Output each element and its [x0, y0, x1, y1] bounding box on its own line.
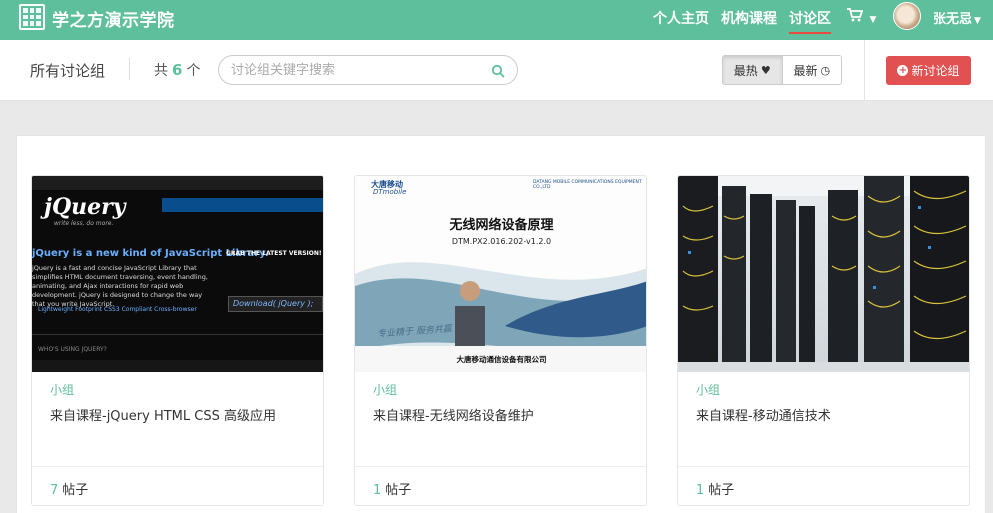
search-input[interactable]: [231, 61, 481, 79]
group-card-mobile[interactable]: 小组 来自课程-移动通信技术 1 帖子: [677, 175, 970, 506]
logo-icon[interactable]: [19, 4, 45, 30]
username-menu[interactable]: 张无忌 ▼: [933, 8, 981, 27]
page-title: 所有讨论组: [30, 62, 106, 80]
sort-hot-button[interactable]: 最热 ♥: [723, 56, 783, 84]
slide-code: DTM.PX2.016.202-v1.2.0: [451, 237, 552, 246]
post-count: 1: [696, 483, 705, 498]
slide-waves: [355, 262, 646, 372]
nav-personal-home[interactable]: 个人主页: [653, 8, 709, 28]
top-navbar: 学之方演示学院 个人主页 机构课程 讨论区 ▼ 张无忌 ▼: [0, 0, 993, 40]
search-icon[interactable]: [491, 64, 505, 78]
group-category: 小组: [50, 383, 75, 397]
jquery-body: jQuery is a fast and concise JavaScript …: [32, 264, 208, 308]
sort-new-label: 最新: [793, 63, 818, 78]
sort-hot-label: 最热: [733, 63, 758, 78]
site-footer-bar: [32, 360, 323, 372]
jquery-screenshot: jQuery write less, do more. jQuery is a …: [32, 176, 323, 372]
count-number: 6: [172, 61, 183, 79]
divider: [355, 466, 646, 467]
server-room-photo: [678, 176, 969, 372]
group-post-count: 1 帖子: [696, 479, 734, 498]
divider: [864, 40, 865, 101]
count-prefix: 共: [154, 63, 168, 79]
chevron-down-icon: ▼: [869, 15, 877, 25]
divider: [32, 466, 323, 467]
discussion-toolbar: 所有讨论组 共6个 最热♥ 最新◷ +新讨论组: [0, 40, 993, 101]
post-label: 帖子: [62, 483, 89, 498]
avatar[interactable]: [893, 2, 921, 30]
group-card-wireless[interactable]: 大唐移动 DTmobile DATANG MOBILE COMMUNICATIO…: [354, 175, 647, 506]
company-english: DATANG MOBILE COMMUNICATIONS EQUIPMENT C…: [533, 180, 642, 190]
dt-logo-sub: DTmobile: [373, 188, 407, 196]
post-count: 7: [50, 483, 59, 498]
shopping-cart-icon[interactable]: ▼: [847, 8, 876, 26]
group-category: 小组: [696, 383, 721, 397]
heart-icon: ♥: [760, 63, 771, 77]
search-box: [218, 55, 518, 85]
new-group-button[interactable]: + 新讨论组: [886, 56, 971, 85]
post-label: 帖子: [708, 483, 735, 498]
group-title[interactable]: 来自课程-jQuery HTML CSS 高级应用: [50, 405, 276, 424]
new-group-label: 新讨论组: [911, 64, 960, 78]
jquery-who: WHO'S USING JQUERY?: [38, 346, 107, 353]
nav-institution-courses[interactable]: 机构课程: [721, 8, 777, 28]
jquery-links: Lightweight Footprint CSS3 Compliant Cro…: [38, 306, 197, 313]
slide-title: 无线网络设备原理: [449, 218, 554, 233]
divider: [678, 466, 969, 467]
username-label: 张无忌: [933, 12, 973, 27]
jquery-download: Download( jQuery );: [228, 296, 323, 312]
group-post-count: 7 帖子: [50, 479, 88, 498]
post-count: 1: [373, 483, 382, 498]
nav-discussion[interactable]: 讨论区: [789, 8, 831, 34]
count-suffix: 个: [186, 63, 201, 79]
site-menu: [162, 198, 323, 212]
group-title[interactable]: 来自课程-无线网络设备维护: [373, 405, 534, 424]
group-thumbnail: jQuery write less, do more. jQuery is a …: [32, 176, 323, 372]
group-thumbnail: 大唐移动 DTmobile DATANG MOBILE COMMUNICATIO…: [355, 176, 646, 372]
post-label: 帖子: [385, 483, 412, 498]
sort-toggle: 最热 ♥ 最新 ◷: [722, 55, 842, 85]
group-thumbnail: [678, 176, 969, 372]
server-racks: [678, 176, 969, 372]
jquery-grab: GRAB THE LATEST VERSION!: [226, 250, 322, 257]
jquery-logo: jQuery: [44, 194, 126, 220]
divider: [129, 58, 130, 80]
chevron-down-icon: ▼: [974, 16, 981, 26]
sort-new-button[interactable]: 最新 ◷: [782, 56, 841, 84]
group-card-jquery[interactable]: jQuery write less, do more. jQuery is a …: [31, 175, 324, 506]
cart-glyph: [847, 8, 864, 22]
group-title[interactable]: 来自课程-移动通信技术: [696, 405, 831, 424]
group-post-count: 1 帖子: [373, 479, 411, 498]
divider: [32, 334, 323, 335]
jquery-tagline: write less, do more.: [54, 220, 114, 227]
slide-company: 大唐移动通信设备有限公司: [456, 355, 547, 364]
group-category: 小组: [373, 383, 398, 397]
brand-name[interactable]: 学之方演示学院: [52, 6, 175, 31]
slide-cover: 大唐移动 DTmobile DATANG MOBILE COMMUNICATIO…: [355, 176, 646, 372]
site-nav-bar: [32, 176, 323, 190]
plus-circle-icon: +: [897, 64, 909, 76]
group-count: 共6个: [154, 60, 200, 80]
clock-icon: ◷: [820, 63, 831, 77]
